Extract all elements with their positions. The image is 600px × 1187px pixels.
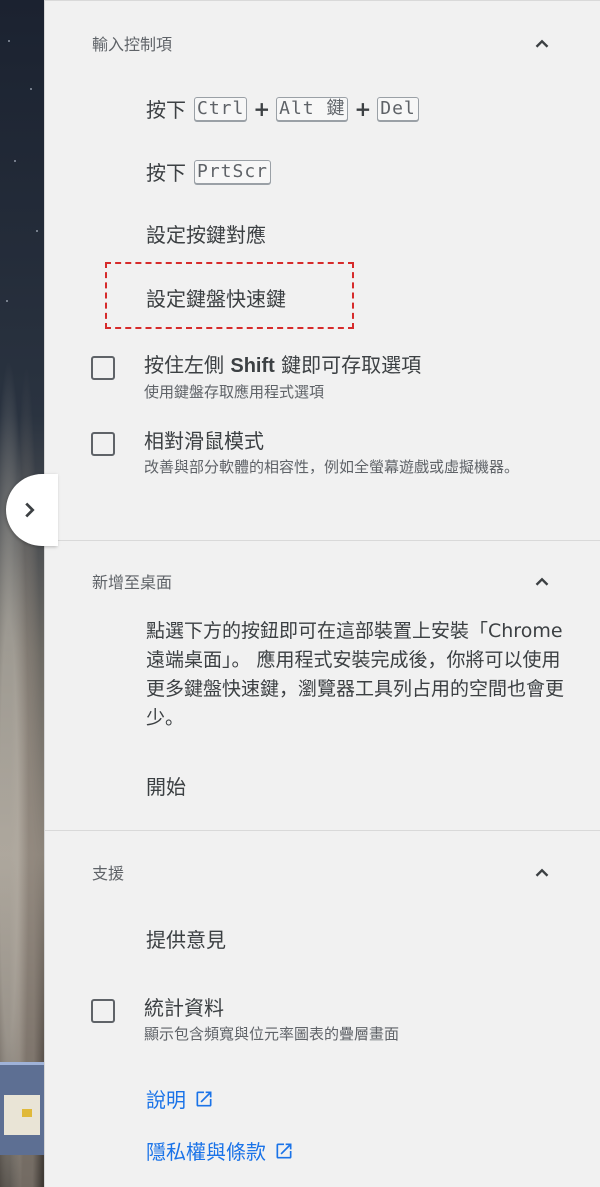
help-link-label: 說明: [146, 1088, 186, 1112]
relative-mouse-title: 相對滑鼠模式: [144, 429, 264, 453]
prtscr-key: PrtScr: [194, 159, 272, 184]
relative-mouse-subtitle: 改善與部分軟體的相容性，例如全螢幕遊戲或虛擬機器。: [144, 458, 520, 476]
background-star: [30, 88, 32, 90]
chevron-up-icon[interactable]: [531, 33, 553, 55]
privacy-terms-label: 隱私權與條款: [146, 1140, 266, 1164]
ctrl-key: Ctrl: [194, 96, 248, 121]
stats-checkbox[interactable]: [91, 999, 115, 1023]
chevron-up-icon[interactable]: [531, 571, 553, 593]
plus-sign: +: [354, 96, 372, 121]
send-ctrl-alt-del-item[interactable]: 按下 Ctrl + Alt 鍵 + Del: [146, 94, 421, 123]
external-link-icon: [276, 1143, 292, 1158]
options-panel: 輸入控制項 按下 Ctrl + Alt 鍵 + Del 按下 PrtScr 設定…: [44, 0, 600, 1187]
privacy-terms-link[interactable]: 隱私權與條款: [146, 1136, 294, 1165]
shift-option-row[interactable]: 按住左側 Shift 鍵即可存取選項 使用鍵盤存取應用程式選項: [91, 352, 571, 403]
relative-mouse-row[interactable]: 相對滑鼠模式 改善與部分軟體的相容性，例如全螢幕遊戲或虛擬機器。: [91, 428, 571, 478]
key-mapping-item[interactable]: 設定按鍵對應: [146, 219, 266, 248]
send-prtscr-item[interactable]: 按下 PrtScr: [146, 157, 273, 186]
external-link-icon: [196, 1091, 212, 1106]
background-star: [36, 230, 38, 232]
stats-subtitle: 顯示包含頻寬與位元率圖表的疊層畫面: [144, 1025, 400, 1043]
relative-mouse-checkbox[interactable]: [91, 432, 115, 456]
section-title-support: 支援: [92, 864, 125, 883]
send-feedback-item[interactable]: 提供意見: [146, 924, 226, 953]
background-star: [8, 40, 10, 42]
section-title-input-controls: 輸入控制項: [92, 35, 173, 54]
input-controls-section: 輸入控制項 按下 Ctrl + Alt 鍵 + Del 按下 PrtScr 設定…: [45, 0, 600, 540]
shift-option-checkbox[interactable]: [91, 356, 115, 380]
stats-title: 統計資料: [144, 996, 224, 1020]
stats-row[interactable]: 統計資料 顯示包含頻寬與位元率圖表的疊層畫面: [91, 995, 571, 1045]
help-link[interactable]: 說明: [146, 1084, 214, 1113]
press-label: 按下: [146, 161, 186, 185]
start-install-button[interactable]: 開始: [146, 771, 186, 800]
remote-desktop-background: [0, 0, 44, 1187]
plus-sign: +: [253, 96, 271, 121]
chevron-right-icon: [25, 502, 35, 518]
alt-key: Alt 鍵: [276, 96, 349, 121]
section-title-add-to-desktop: 新增至桌面: [92, 573, 173, 592]
press-label: 按下: [146, 98, 186, 122]
shift-option-title: 按住左側 Shift 鍵即可存取選項: [144, 353, 422, 377]
install-description: 點選下方的按鈕即可在這部裝置上安裝「Chrome 遠端桌面」。 應用程式安裝完成…: [146, 620, 565, 729]
background-star: [6, 300, 8, 302]
background-window-thumbnail: [0, 1062, 44, 1155]
background-star: [14, 160, 16, 162]
del-key: Del: [377, 96, 419, 121]
chevron-up-icon[interactable]: [531, 862, 553, 884]
keyboard-shortcuts-item[interactable]: 設定鍵盤快速鍵: [146, 283, 286, 312]
shift-option-subtitle: 使用鍵盤存取應用程式選項: [144, 383, 325, 401]
